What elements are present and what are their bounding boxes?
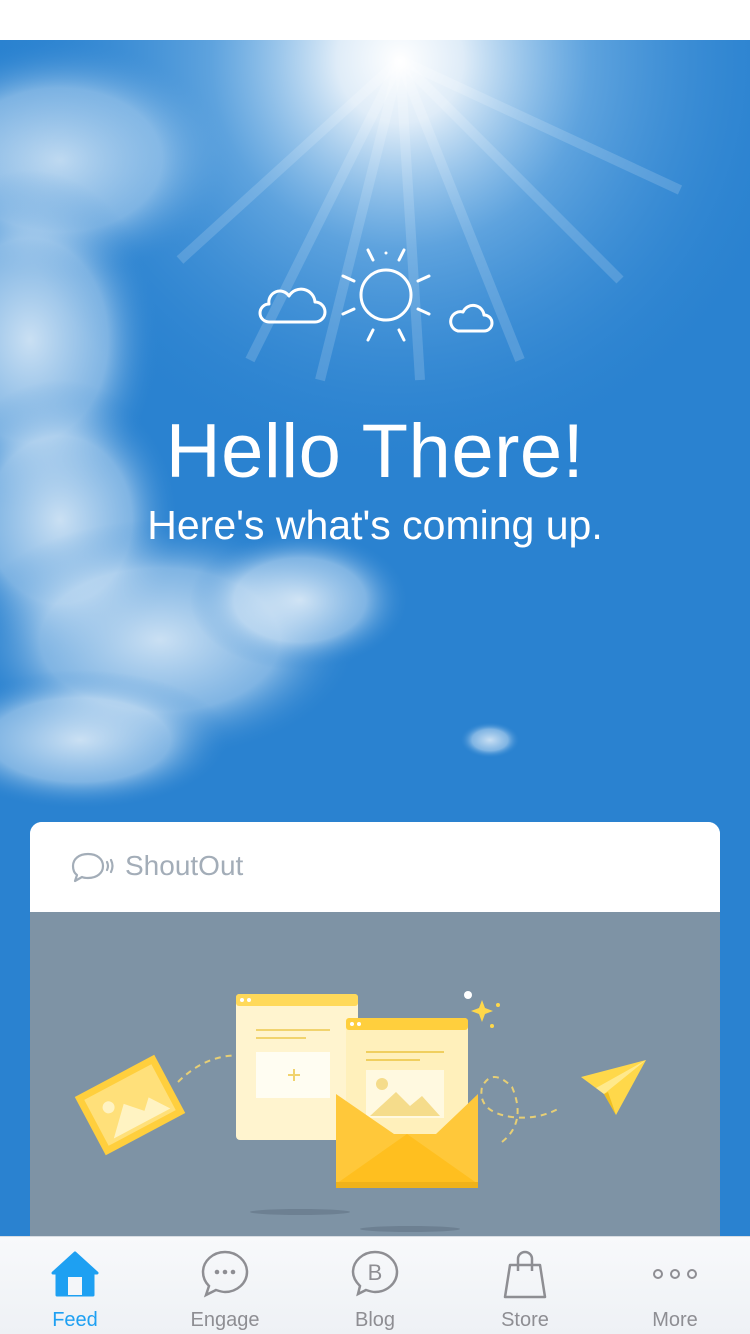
- tab-engage-label: Engage: [190, 1309, 260, 1331]
- status-bar: [0, 0, 750, 40]
- shoutout-card[interactable]: ShoutOut: [30, 822, 720, 1236]
- blog-icon: B: [351, 1250, 399, 1297]
- home-icon: [51, 1251, 99, 1297]
- tab-blog-label: Blog: [354, 1309, 396, 1331]
- mail-illustration: [74, 991, 646, 1232]
- speech-bubble-icon: [71, 852, 114, 883]
- tab-feed-label: Feed: [52, 1309, 98, 1331]
- bottom-tab-bar: Feed Engage B Blog Store More: [0, 1236, 750, 1334]
- card-header[interactable]: ShoutOut: [30, 822, 720, 912]
- tab-store[interactable]: Store: [450, 1237, 600, 1334]
- svg-text:B: B: [368, 1260, 383, 1285]
- shoutout-illustration: [30, 912, 720, 1236]
- tab-more-label: More: [652, 1309, 698, 1331]
- hero-banner: Hello There! Here's what's coming up. Sh…: [0, 40, 750, 1236]
- sun-with-clouds-icon: [258, 248, 494, 342]
- tab-store-label: Store: [501, 1309, 549, 1331]
- tab-more[interactable]: More: [600, 1237, 750, 1334]
- greeting-title: Hello There!: [165, 409, 585, 494]
- tab-feed[interactable]: Feed: [0, 1237, 150, 1334]
- greeting-subtitle: Here's what's coming up.: [147, 502, 603, 548]
- card-title: ShoutOut: [125, 850, 244, 881]
- tab-engage[interactable]: Engage: [150, 1237, 300, 1334]
- chat-bubble-icon: [201, 1250, 249, 1298]
- shopping-bag-icon: [503, 1250, 547, 1299]
- more-dots-icon: [653, 1269, 697, 1279]
- tab-blog[interactable]: B Blog: [300, 1237, 450, 1334]
